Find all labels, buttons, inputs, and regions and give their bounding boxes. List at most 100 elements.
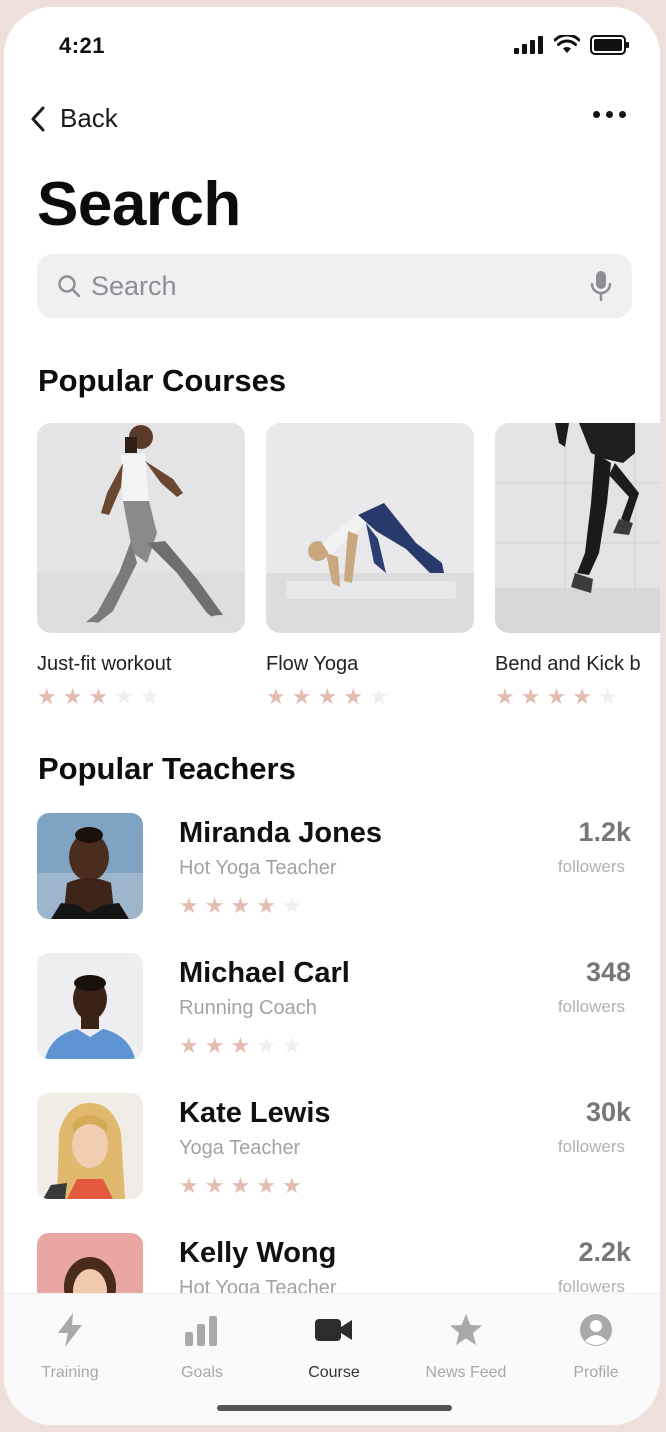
course-title: Flow Yoga bbox=[266, 653, 359, 675]
teacher-row[interactable]: Kate Lewis Yoga Teacher ★ ★ ★ ★ ★ 30k follow… bbox=[37, 1093, 637, 1203]
cellular-signal-icon bbox=[514, 36, 543, 54]
star-empty-icon: ★ bbox=[281, 1033, 302, 1058]
video-camera-icon bbox=[315, 1319, 352, 1341]
navigation-bar: Back bbox=[4, 95, 660, 145]
teacher-name: Kelly Wong bbox=[179, 1237, 337, 1269]
star-filled-icon: ★ bbox=[256, 1173, 276, 1198]
chevron-left-icon bbox=[31, 106, 45, 131]
followers-label: followers bbox=[557, 857, 625, 876]
tab-label: Course bbox=[308, 1364, 360, 1381]
avatar bbox=[37, 1093, 143, 1199]
star-filled-icon: ★ bbox=[179, 1173, 199, 1198]
followers-label: followers bbox=[557, 997, 625, 1016]
star-filled-icon: ★ bbox=[62, 684, 83, 709]
course-image bbox=[266, 423, 474, 633]
star-filled-icon: ★ bbox=[204, 1033, 225, 1058]
tab-label: Training bbox=[41, 1364, 99, 1381]
star-icon bbox=[450, 1314, 482, 1345]
teacher-rating: ★★★★★ bbox=[179, 1175, 302, 1197]
home-indicator bbox=[217, 1405, 452, 1411]
more-dot-icon bbox=[619, 111, 626, 118]
course-title: Bend and Kick b bbox=[495, 653, 641, 675]
course-title: Just-fit workout bbox=[37, 653, 172, 675]
star-empty-icon: ★ bbox=[114, 684, 134, 709]
star-empty-icon: ★ bbox=[597, 684, 618, 709]
star-filled-icon: ★ bbox=[179, 893, 199, 918]
teacher-name: Kate Lewis bbox=[179, 1097, 331, 1129]
star-filled-icon: ★ bbox=[291, 684, 312, 709]
star-empty-icon: ★ bbox=[139, 684, 160, 709]
star-empty-icon: ★ bbox=[281, 893, 302, 918]
popular-courses-heading: Popular Courses bbox=[38, 363, 287, 398]
star-empty-icon: ★ bbox=[368, 684, 389, 709]
course-image bbox=[495, 423, 660, 633]
battery-icon bbox=[590, 35, 629, 55]
page-title: Search bbox=[37, 170, 241, 239]
tab-label: Profile bbox=[573, 1364, 619, 1381]
back-label: Back bbox=[60, 103, 118, 133]
star-filled-icon: ★ bbox=[266, 684, 286, 709]
phone-screen: 4:21 Back Search Search Popular Courses … bbox=[3, 6, 661, 1426]
status-icons bbox=[514, 35, 630, 55]
star-filled-icon: ★ bbox=[572, 684, 592, 709]
more-dot-icon bbox=[593, 111, 600, 118]
star-filled-icon: ★ bbox=[343, 684, 363, 709]
star-filled-icon: ★ bbox=[495, 684, 515, 709]
teacher-name: Michael Carl bbox=[179, 957, 350, 989]
star-filled-icon: ★ bbox=[88, 684, 109, 709]
teacher-role: Running Coach bbox=[179, 997, 317, 1019]
avatar bbox=[37, 953, 143, 1059]
more-dot-icon bbox=[606, 111, 613, 118]
search-bar[interactable] bbox=[37, 254, 632, 318]
tab-profile[interactable]: Profile bbox=[536, 1310, 656, 1382]
avatar bbox=[37, 813, 143, 919]
course-rating: ★ ★ ★ ★ ★ bbox=[37, 686, 245, 708]
star-filled-icon: ★ bbox=[317, 684, 338, 709]
star-filled-icon: ★ bbox=[546, 684, 567, 709]
tab-course[interactable]: Course bbox=[274, 1310, 394, 1382]
more-options-button[interactable] bbox=[593, 111, 626, 118]
popular-teachers-heading: Popular Teachers bbox=[38, 751, 296, 786]
follower-count: 1.2k bbox=[578, 817, 631, 847]
star-filled-icon: ★ bbox=[520, 684, 541, 709]
star-filled-icon: ★ bbox=[230, 1033, 251, 1058]
follower-count: 2.2k bbox=[578, 1237, 631, 1267]
course-rating: ★ ★ ★ ★ ★ bbox=[266, 686, 474, 708]
star-filled-icon: ★ bbox=[230, 893, 251, 918]
tab-label: News Feed bbox=[425, 1364, 507, 1381]
star-filled-icon: ★ bbox=[230, 1173, 251, 1198]
teacher-row[interactable]: Miranda Jones Hot Yoga Teacher ★ ★ ★ ★ ★ 1.2… bbox=[37, 813, 637, 923]
microphone-icon[interactable] bbox=[590, 270, 612, 302]
course-rating: ★ ★ ★ ★ ★ bbox=[495, 684, 660, 709]
tab-goals[interactable]: Goals bbox=[142, 1310, 262, 1382]
follower-count: 348 bbox=[585, 957, 631, 987]
teacher-rating: ★★★★★ bbox=[179, 895, 302, 917]
course-card[interactable]: Just-fit workout ★ ★ ★ ★ ★ bbox=[37, 423, 245, 708]
tab-news-feed[interactable]: News Feed bbox=[406, 1310, 526, 1382]
star-filled-icon: ★ bbox=[37, 684, 57, 709]
star-filled-icon: ★ bbox=[204, 893, 225, 918]
star-filled-icon: ★ bbox=[204, 1173, 225, 1198]
star-empty-icon: ★ bbox=[256, 1033, 276, 1058]
course-card[interactable]: Flow Yoga ★ ★ ★ ★ ★ bbox=[266, 423, 474, 708]
course-card[interactable]: Bend and Kick b ★ ★ ★ ★ ★ bbox=[495, 423, 660, 709]
back-button[interactable]: Back bbox=[30, 103, 118, 134]
course-image bbox=[37, 423, 245, 633]
teacher-rating: ★★★★★ bbox=[179, 1035, 302, 1057]
teacher-role: Hot Yoga Teacher bbox=[179, 857, 337, 879]
search-icon bbox=[58, 275, 81, 298]
courses-carousel[interactable]: Just-fit workout ★★★★★ Flow Yoga ★★ bbox=[37, 423, 660, 723]
wifi-icon bbox=[554, 35, 580, 53]
teacher-row[interactable]: Michael Carl Running Coach ★ ★ ★ ★ ★ 348 fol… bbox=[37, 953, 637, 1063]
star-filled-icon: ★ bbox=[281, 1173, 302, 1198]
status-bar: 4:21 bbox=[4, 7, 660, 87]
bar-chart-icon bbox=[185, 1316, 217, 1346]
tab-training[interactable]: Training bbox=[10, 1310, 130, 1382]
tab-label: Goals bbox=[181, 1364, 223, 1381]
teacher-role: Yoga Teacher bbox=[179, 1137, 301, 1159]
status-time: 4:21 bbox=[59, 33, 106, 58]
lightning-icon bbox=[58, 1313, 82, 1347]
star-filled-icon: ★ bbox=[256, 893, 276, 918]
followers-label: followers bbox=[557, 1137, 625, 1156]
search-input[interactable] bbox=[91, 270, 590, 302]
